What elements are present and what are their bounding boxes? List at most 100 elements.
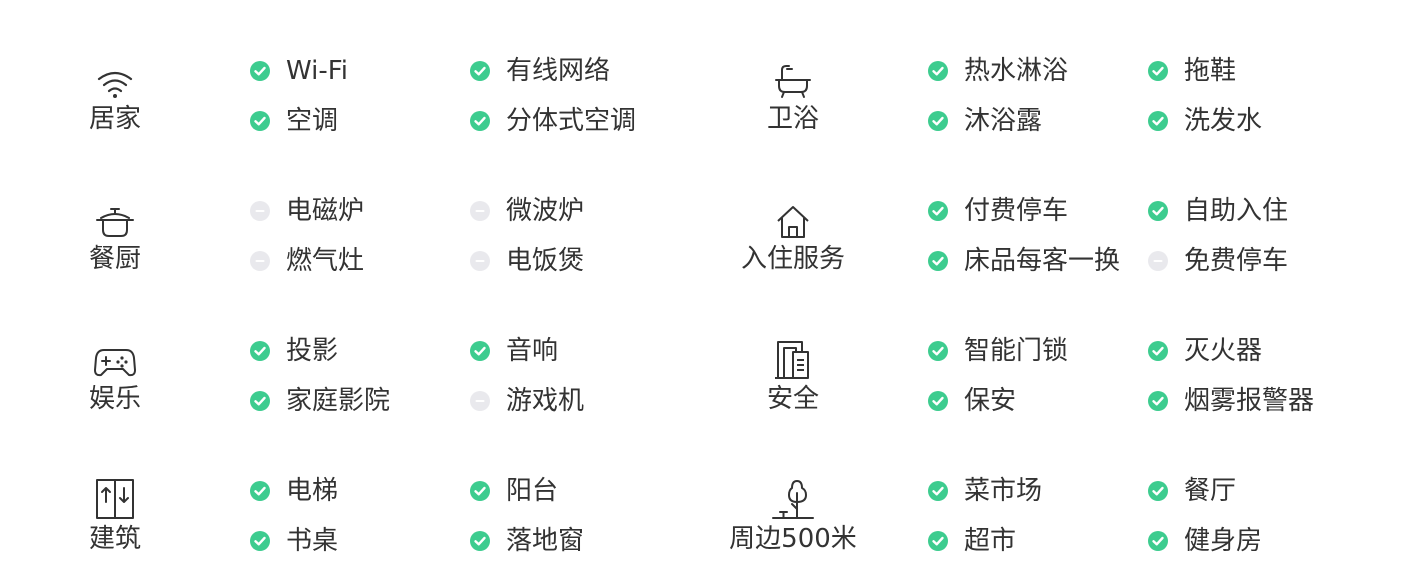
amenity-label: 菜市场 bbox=[964, 476, 1043, 506]
amenity-label: 超市 bbox=[964, 526, 1017, 556]
check-icon bbox=[250, 531, 286, 551]
check-icon bbox=[1148, 341, 1184, 361]
check-icon bbox=[1148, 391, 1184, 411]
amenity-label: 空调 bbox=[286, 106, 339, 136]
check-icon bbox=[1148, 111, 1184, 131]
amenity-label: 落地窗 bbox=[506, 526, 585, 556]
wifi-icon bbox=[95, 54, 135, 100]
amenity-label: 燃气灶 bbox=[286, 246, 365, 276]
check-icon bbox=[928, 251, 964, 271]
amenity-item: 沐浴露 bbox=[928, 106, 1042, 136]
amenity-label: 分体式空调 bbox=[506, 106, 637, 136]
category-label: 建筑 bbox=[88, 524, 141, 554]
amenity-item: 超市 bbox=[928, 526, 1016, 556]
check-icon bbox=[928, 531, 964, 551]
amenity-item: 健身房 bbox=[1148, 526, 1262, 556]
amenity-label: 游戏机 bbox=[506, 386, 585, 416]
category-label: 卫浴 bbox=[766, 104, 819, 134]
amenity-item: 免费停车 bbox=[1148, 246, 1288, 276]
amenity-item: Wi-Fi bbox=[250, 56, 348, 86]
amenity-item: 投影 bbox=[250, 336, 338, 366]
amenity-label: 微波炉 bbox=[506, 196, 585, 226]
gamepad-icon bbox=[93, 334, 137, 380]
amenity-item: 燃气灶 bbox=[250, 246, 364, 276]
amenity-label: 烟雾报警器 bbox=[1184, 386, 1315, 416]
check-icon bbox=[250, 391, 286, 411]
unavailable-icon bbox=[470, 251, 506, 271]
amenity-label: 音响 bbox=[506, 336, 559, 366]
amenity-item: 音响 bbox=[470, 336, 558, 366]
amenity-label: 电磁炉 bbox=[286, 196, 365, 226]
category-tree: 周边500米 bbox=[718, 474, 868, 584]
check-icon bbox=[1148, 61, 1184, 81]
amenity-item: 付费停车 bbox=[928, 196, 1068, 226]
check-icon bbox=[928, 111, 964, 131]
check-icon bbox=[470, 481, 506, 501]
amenity-item: 阳台 bbox=[470, 476, 558, 506]
amenity-item: 家庭影院 bbox=[250, 386, 390, 416]
category-door-lock: 安全 bbox=[718, 334, 868, 444]
amenity-label: 付费停车 bbox=[964, 196, 1069, 226]
check-icon bbox=[470, 111, 506, 131]
amenity-item: 空调 bbox=[250, 106, 338, 136]
amenity-item: 落地窗 bbox=[470, 526, 584, 556]
unavailable-icon bbox=[250, 201, 286, 221]
check-icon bbox=[470, 61, 506, 81]
check-icon bbox=[928, 61, 964, 81]
category-label: 餐厨 bbox=[88, 244, 141, 274]
category-label: 安全 bbox=[766, 384, 819, 414]
amenity-label: 家庭影院 bbox=[286, 386, 391, 416]
bathtub-icon bbox=[773, 54, 813, 100]
amenity-label: 阳台 bbox=[506, 476, 559, 506]
amenity-item: 保安 bbox=[928, 386, 1016, 416]
category-label: 娱乐 bbox=[88, 384, 141, 414]
amenity-item: 热水淋浴 bbox=[928, 56, 1068, 86]
check-icon bbox=[250, 61, 286, 81]
unavailable-icon bbox=[1148, 251, 1184, 271]
amenity-label: Wi-Fi bbox=[286, 56, 349, 86]
category-house: 入住服务 bbox=[718, 194, 868, 304]
check-icon bbox=[470, 531, 506, 551]
amenity-label: 自助入住 bbox=[1184, 196, 1289, 226]
amenity-item: 书桌 bbox=[250, 526, 338, 556]
amenity-item: 拖鞋 bbox=[1148, 56, 1236, 86]
category-elevator: 建筑 bbox=[40, 474, 190, 584]
amenity-label: 餐厅 bbox=[1184, 476, 1237, 506]
check-icon bbox=[250, 341, 286, 361]
category-wifi: 居家 bbox=[40, 54, 190, 164]
amenity-item: 烟雾报警器 bbox=[1148, 386, 1314, 416]
amenity-item: 电磁炉 bbox=[250, 196, 364, 226]
amenity-label: 床品每客一换 bbox=[964, 246, 1121, 276]
amenity-label: 灭火器 bbox=[1184, 336, 1263, 366]
check-icon bbox=[250, 481, 286, 501]
amenity-label: 有线网络 bbox=[506, 56, 611, 86]
amenity-item: 灭火器 bbox=[1148, 336, 1262, 366]
amenity-label: 智能门锁 bbox=[964, 336, 1069, 366]
amenity-label: 洗发水 bbox=[1184, 106, 1263, 136]
amenity-item: 微波炉 bbox=[470, 196, 584, 226]
door-lock-icon bbox=[773, 334, 813, 380]
category-label: 居家 bbox=[88, 104, 141, 134]
unavailable-icon bbox=[470, 391, 506, 411]
category-gamepad: 娱乐 bbox=[40, 334, 190, 444]
amenity-item: 菜市场 bbox=[928, 476, 1042, 506]
amenity-item: 床品每客一换 bbox=[928, 246, 1120, 276]
check-icon bbox=[928, 391, 964, 411]
amenity-item: 分体式空调 bbox=[470, 106, 636, 136]
cooking-pot-icon bbox=[95, 194, 135, 240]
amenity-label: 电梯 bbox=[286, 476, 339, 506]
amenity-item: 洗发水 bbox=[1148, 106, 1262, 136]
check-icon bbox=[928, 201, 964, 221]
amenity-item: 有线网络 bbox=[470, 56, 610, 86]
amenity-label: 热水淋浴 bbox=[964, 56, 1069, 86]
elevator-icon bbox=[95, 474, 135, 520]
amenity-item: 游戏机 bbox=[470, 386, 584, 416]
check-icon bbox=[928, 341, 964, 361]
amenity-label: 沐浴露 bbox=[964, 106, 1043, 136]
amenity-item: 餐厅 bbox=[1148, 476, 1236, 506]
amenity-label: 电饭煲 bbox=[506, 246, 585, 276]
check-icon bbox=[1148, 201, 1184, 221]
amenity-label: 拖鞋 bbox=[1184, 56, 1237, 86]
check-icon bbox=[1148, 481, 1184, 501]
unavailable-icon bbox=[470, 201, 506, 221]
